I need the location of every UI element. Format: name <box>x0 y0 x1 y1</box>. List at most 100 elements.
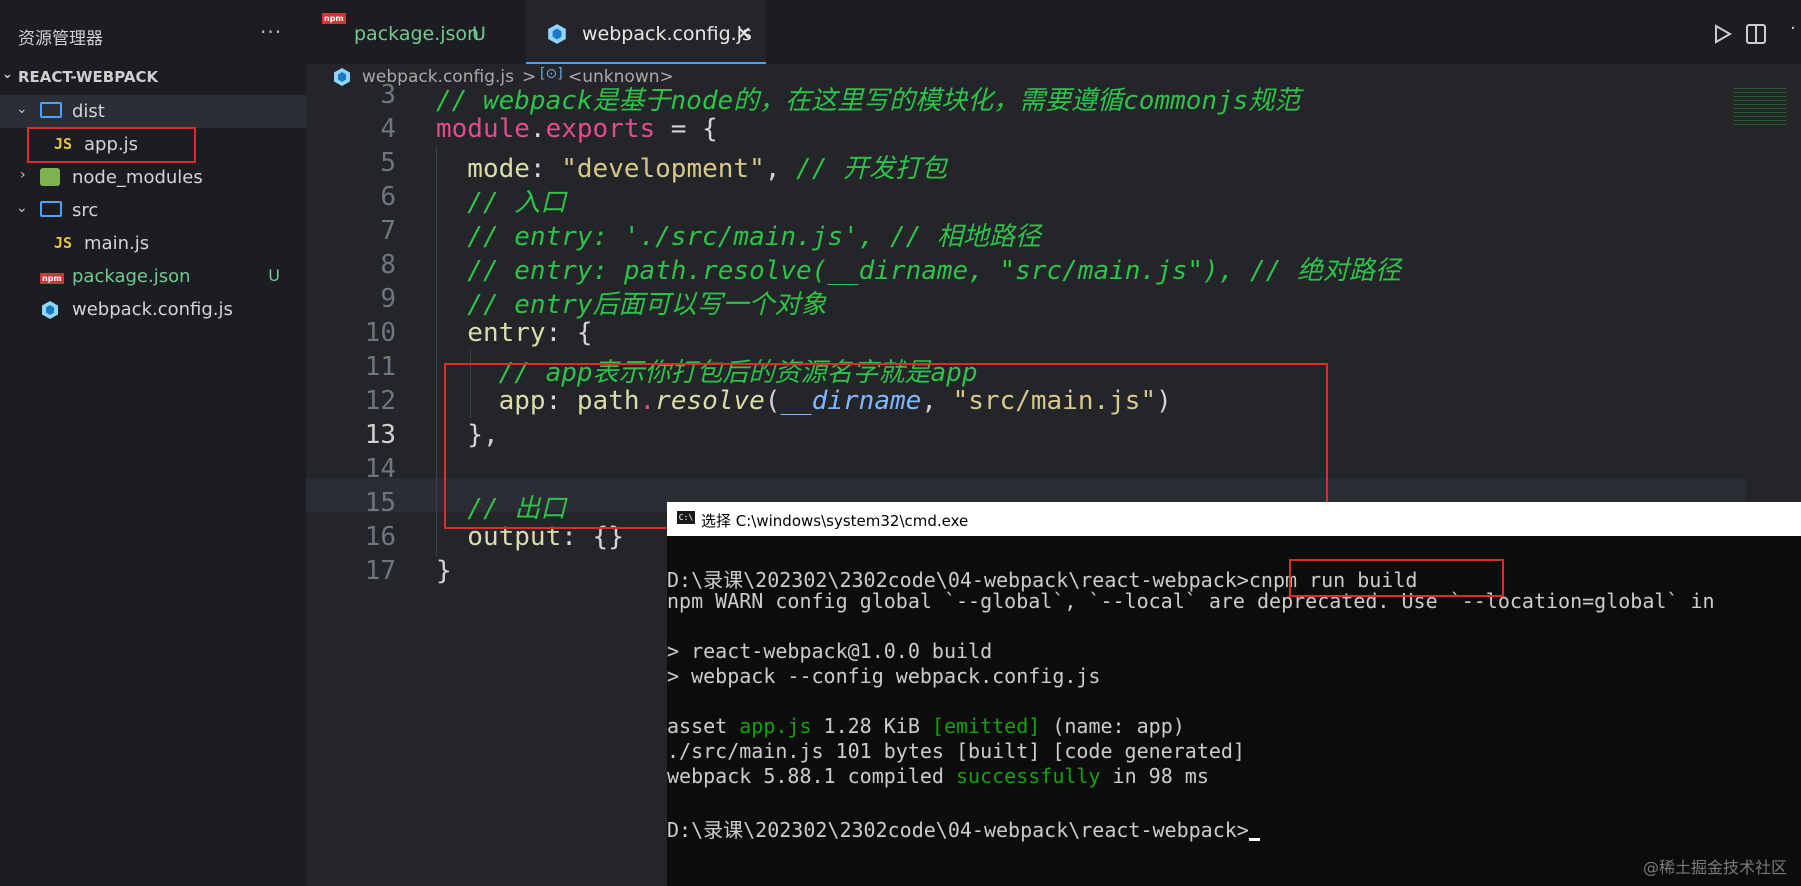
punctuation: } <box>436 556 452 586</box>
line-number: 13 <box>364 420 396 450</box>
webpack-icon <box>42 301 58 319</box>
npm-icon: npm <box>322 13 346 24</box>
line-number: 11 <box>364 352 396 382</box>
minimap[interactable] <box>1734 88 1786 128</box>
split-editor-icon[interactable] <box>1746 24 1766 44</box>
text-cursor <box>1248 838 1260 841</box>
comment: // 入口 <box>436 188 567 218</box>
code-line: mode: "development", // 开发打包 <box>436 148 947 185</box>
comment: // 开发打包 <box>796 154 948 184</box>
tab-webpack-config[interactable]: webpack.config.js ✕ <box>526 0 766 64</box>
cmd-title-bar[interactable]: C:\ 选择 C:\windows\system32\cmd.exe <box>667 502 1801 536</box>
punctuation: . <box>529 114 546 144</box>
terminal-line: npm WARN config global `--global`, `--lo… <box>667 589 1715 613</box>
tree-item-label: main.js <box>84 233 150 254</box>
chevron-down-icon: ⌄ <box>2 67 13 82</box>
comment: // entry后面可以写一个对象 <box>436 290 827 320</box>
keyword: exports <box>545 114 656 144</box>
tab-label: webpack.config.js <box>582 23 752 45</box>
code-line: // webpack是基于node的，在这里写的模块化，需要遵循commonjs… <box>436 80 1300 117</box>
code-line: // 入口 <box>436 182 566 219</box>
line-number: 9 <box>380 284 396 314</box>
line-number: 12 <box>364 386 396 416</box>
punctuation: : <box>529 154 562 184</box>
punctuation: : { <box>545 318 593 348</box>
tree-item-label: src <box>72 200 99 221</box>
comment: // entry: './src/main.js', // 相地路径 <box>436 222 1041 252</box>
terminal-text: successfully <box>955 764 1101 788</box>
tab-package-json[interactable]: npm package.json U <box>306 0 526 62</box>
property: entry <box>436 318 546 348</box>
project-name: REACT-WEBPACK <box>18 68 159 86</box>
code-line: // entry: './src/main.js', // 相地路径 <box>436 216 1041 253</box>
terminal-line: webpack 5.88.1 compiled successfully in … <box>667 764 1209 788</box>
line-number: 14 <box>364 454 396 484</box>
highlight-box <box>27 127 196 163</box>
line-number: 10 <box>364 318 396 348</box>
cmd-window[interactable]: C:\ 选择 C:\windows\system32\cmd.exe D:\录课… <box>667 502 1801 886</box>
highlight-box <box>1289 559 1504 597</box>
line-number: 8 <box>380 250 396 280</box>
more-actions-icon[interactable]: ··· <box>260 20 282 44</box>
run-icon[interactable] <box>1714 24 1732 44</box>
prompt: D:\录课\202302\2302code\04-webpack\react-w… <box>667 818 1249 842</box>
terminal-line: D:\录课\202302\2302code\04-webpack\react-w… <box>667 814 1260 843</box>
line-number: 6 <box>380 182 396 212</box>
tree-item-main-js[interactable]: JS main.js <box>0 227 306 260</box>
terminal-line: ./src/main.js 101 bytes [built] [code ge… <box>667 739 1245 763</box>
line-number: 15 <box>364 488 396 518</box>
keyword: module <box>436 114 530 144</box>
line-number: 7 <box>380 216 396 246</box>
npm-icon: npm <box>40 273 64 284</box>
close-icon[interactable]: ✕ <box>736 23 752 45</box>
chevron-right-icon: › <box>20 167 26 183</box>
chevron-down-icon: ⌄ <box>16 200 28 216</box>
project-root[interactable]: ⌄ REACT-WEBPACK <box>2 67 159 86</box>
property: mode <box>436 154 530 184</box>
code-line: entry: { <box>436 318 593 348</box>
terminal-text: 1.28 KiB <box>811 714 932 738</box>
git-untracked-badge: U <box>472 23 486 45</box>
terminal-text: app.js <box>739 714 812 738</box>
folder-icon <box>40 201 62 217</box>
terminal-text: in 98 ms <box>1100 764 1209 788</box>
terminal-text: webpack 5.88.1 compiled <box>667 764 956 788</box>
tree-item-webpack-config[interactable]: webpack.config.js <box>0 293 306 326</box>
line-number: 3 <box>380 80 396 110</box>
code-line: // entry后面可以写一个对象 <box>436 284 827 321</box>
line-number: 4 <box>380 114 396 144</box>
js-file-icon: JS <box>54 234 73 252</box>
tree-item-label: package.json <box>72 266 191 287</box>
chevron-down-icon: ⌄ <box>16 101 28 117</box>
more-actions-icon[interactable]: · <box>1790 18 1796 39</box>
code-line: } <box>436 556 452 586</box>
punctuation: = { <box>655 114 718 144</box>
terminal-line: > react-webpack@1.0.0 build <box>667 639 993 663</box>
line-number: 16 <box>364 522 396 552</box>
comment: // webpack是基于node的，在这里写的模块化，需要遵循commonjs… <box>436 86 1301 116</box>
comment: // entry: path.resolve(__dirname, "src/m… <box>436 256 1401 286</box>
terminal-text: asset <box>667 714 740 738</box>
tab-label: package.json <box>354 23 480 45</box>
terminal-text: (name: app) <box>1040 714 1185 738</box>
tree-item-node-modules[interactable]: › node_modules <box>0 161 306 194</box>
terminal-line: asset app.js 1.28 KiB [emitted] (name: a… <box>667 714 1185 738</box>
explorer-sidebar: 资源管理器 ··· ⌄ REACT-WEBPACK ⌄ dist JS app.… <box>0 0 306 886</box>
watermark: @稀土掘金技术社区 <box>1642 858 1787 877</box>
tree-item-package-json[interactable]: npm package.json U <box>0 260 306 293</box>
tree-item-dist[interactable]: ⌄ dist <box>0 95 306 128</box>
terminal-text: [emitted] <box>931 714 1041 738</box>
cmd-icon: C:\ <box>677 511 695 524</box>
code-line: // entry: path.resolve(__dirname, "src/m… <box>436 250 1401 287</box>
string: "development" <box>561 154 765 184</box>
terminal-line: > webpack --config webpack.config.js <box>667 664 1101 688</box>
cmd-title-text: 选择 C:\windows\system32\cmd.exe <box>701 512 969 530</box>
line-number: 5 <box>380 148 396 178</box>
tab-bar: npm package.json U webpack.config.js ✕ · <box>306 0 1801 64</box>
folder-icon <box>40 102 62 118</box>
punctuation: , <box>764 154 797 184</box>
tree-item-src[interactable]: ⌄ src <box>0 194 306 227</box>
git-untracked-badge: U <box>268 266 280 285</box>
line-number: 17 <box>364 556 396 586</box>
tree-item-label: node_modules <box>72 167 203 188</box>
